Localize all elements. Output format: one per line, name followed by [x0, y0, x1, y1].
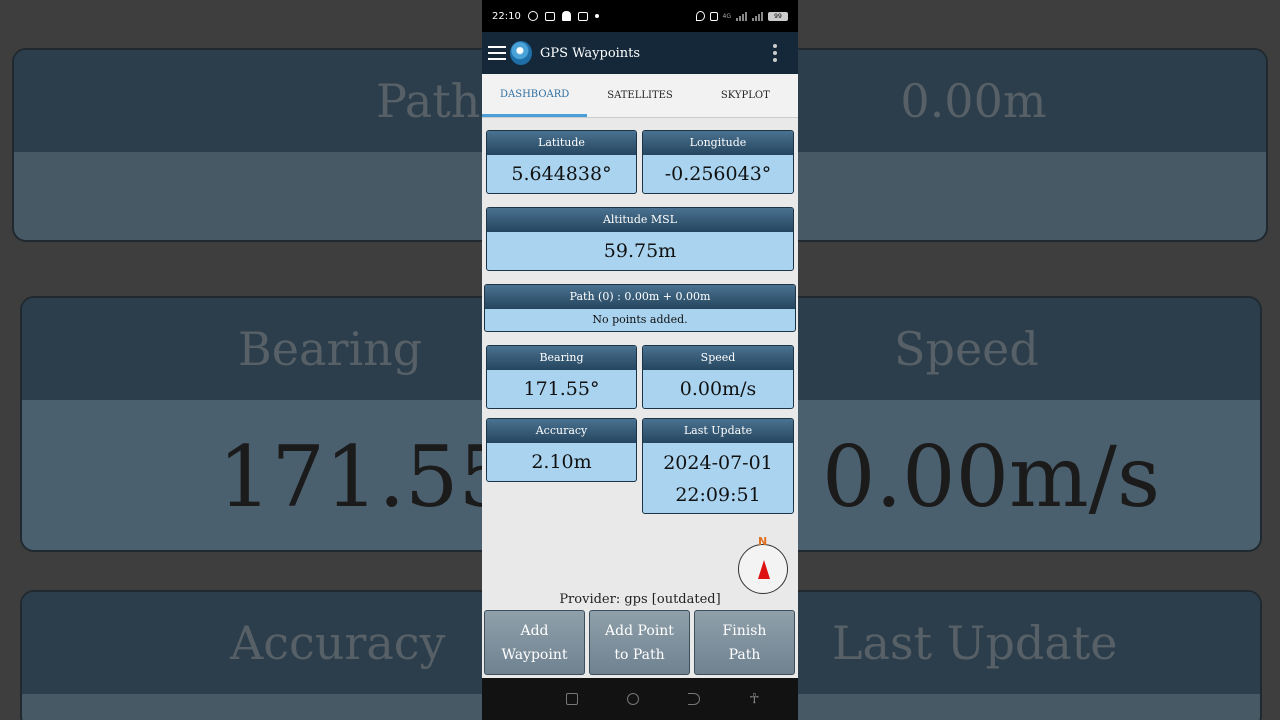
- app-title: GPS Waypoints: [540, 45, 641, 61]
- altitude-value: 59.75m: [603, 240, 677, 262]
- back-icon[interactable]: [688, 693, 701, 705]
- battery-icon: 99: [768, 11, 788, 21]
- network-type-label: 4G: [722, 12, 731, 20]
- add-waypoint-button[interactable]: Add Waypoint: [484, 610, 585, 675]
- home-icon[interactable]: [627, 693, 640, 705]
- phone-screen: 22:10 4G 99 GPS Waypoints DASHBOARD SATE…: [482, 0, 798, 720]
- last-update-card: Last Update 2024-07-01 22:09:51: [642, 418, 794, 514]
- status-bar: 22:10 4G 99: [482, 0, 798, 32]
- overflow-menu-icon[interactable]: [772, 44, 778, 62]
- tab-satellites[interactable]: SATELLITES: [587, 74, 692, 117]
- recents-icon[interactable]: [566, 693, 579, 705]
- notification-app-icon: [544, 11, 555, 21]
- speed-label: Speed: [643, 346, 793, 370]
- finish-path-button[interactable]: Finish Path: [694, 610, 795, 675]
- provider-status: Provider: gps [outdated]: [559, 592, 721, 607]
- altitude-card: Altitude MSL 59.75m: [486, 207, 794, 271]
- speed-value: 0.00m/s: [679, 378, 757, 400]
- app-bar: GPS Waypoints: [482, 32, 798, 74]
- altitude-label: Altitude MSL: [487, 208, 793, 232]
- add-point-to-path-button[interactable]: Add Point to Path: [589, 610, 690, 675]
- action-buttons: Add Waypoint Add Point to Path Finish Pa…: [484, 610, 795, 675]
- status-time: 22:10: [492, 10, 521, 22]
- accuracy-card: Accuracy 2.10m: [486, 418, 637, 482]
- app-logo-icon: [510, 41, 532, 65]
- longitude-label: Longitude: [643, 131, 793, 155]
- notification-app-icon-2: [577, 11, 588, 21]
- signal-icon: [736, 11, 747, 21]
- tab-skyplot[interactable]: SKYPLOT: [693, 74, 798, 117]
- last-update-date: 2024-07-01: [663, 452, 773, 474]
- vibrate-icon: [709, 11, 718, 21]
- compass-needle-icon: [758, 560, 770, 579]
- accessibility-icon[interactable]: ☥: [749, 691, 759, 707]
- latitude-card: Latitude 5.644838°: [486, 130, 637, 194]
- longitude-card: Longitude -0.256043°: [642, 130, 794, 194]
- bell-icon: [561, 11, 571, 21]
- latitude-label: Latitude: [487, 131, 636, 155]
- bearing-value: 171.55°: [523, 378, 600, 400]
- last-update-label: Last Update: [643, 419, 793, 443]
- longitude-value: -0.256043°: [664, 163, 772, 185]
- menu-icon[interactable]: [488, 46, 506, 60]
- bearing-card: Bearing 171.55°: [486, 345, 637, 409]
- signal-icon-2: [752, 11, 763, 21]
- path-label: Path (0) : 0.00m + 0.00m: [485, 285, 795, 309]
- speed-card: Speed 0.00m/s: [642, 345, 794, 409]
- record-icon: [527, 11, 538, 21]
- tab-dashboard[interactable]: DASHBOARD: [482, 74, 588, 117]
- accuracy-value: 2.10m: [531, 451, 592, 473]
- dashboard-content: Latitude 5.644838° Longitude -0.256043° …: [482, 118, 798, 678]
- compass: N: [738, 535, 788, 594]
- tab-bar: DASHBOARD SATELLITES SKYPLOT: [482, 74, 798, 118]
- compass-north-label: N: [758, 535, 768, 548]
- latitude-value: 5.644838°: [511, 163, 612, 185]
- more-notifications-dot-icon: [594, 14, 599, 18]
- last-update-time: 22:09:51: [675, 484, 761, 506]
- accuracy-label: Accuracy: [487, 419, 636, 443]
- path-card: Path (0) : 0.00m + 0.00m No points added…: [484, 284, 796, 332]
- path-status: No points added.: [592, 313, 688, 326]
- location-icon: [695, 11, 705, 21]
- bearing-label: Bearing: [487, 346, 636, 370]
- system-nav-bar: ☥: [482, 678, 798, 720]
